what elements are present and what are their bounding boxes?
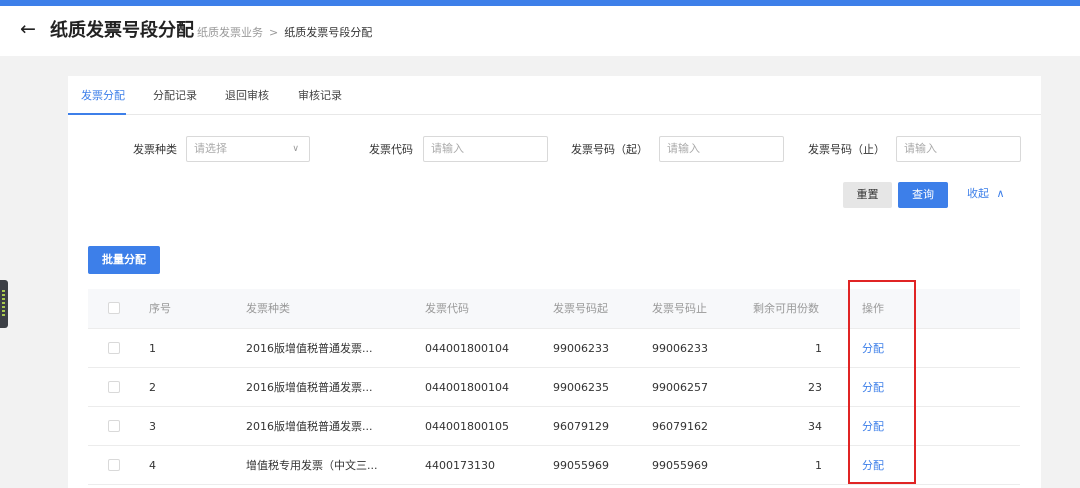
column-header-end: 发票号码止	[652, 302, 707, 315]
row-index: 1	[149, 342, 156, 355]
invoice-type-select[interactable]: 请选择 ∨	[186, 136, 310, 162]
table-row: 3 2016版增值税普通发票... 044001800105 96079129 …	[88, 407, 1020, 446]
invoice-number-start-label: 发票号码（起）	[571, 143, 648, 156]
row-number-end: 99006257	[652, 381, 708, 394]
row-invoice-code: 044001800104	[425, 342, 509, 355]
main-card: 发票分配 分配记录 退回审核 审核记录 发票种类 请选择 ∨ 发票代码 请输入 …	[68, 76, 1041, 488]
tab-return-review[interactable]: 退回审核	[225, 88, 269, 104]
invoice-number-end-input[interactable]: 请输入	[896, 136, 1021, 162]
row-checkbox[interactable]	[108, 420, 120, 432]
invoice-code-label: 发票代码	[369, 143, 413, 156]
row-number-start: 99055969	[553, 459, 609, 472]
invoice-type-label: 发票种类	[133, 143, 177, 156]
allocate-link[interactable]: 分配	[862, 341, 884, 357]
grip-icon	[2, 290, 5, 318]
row-index: 4	[149, 459, 156, 472]
invoice-number-start-placeholder: 请输入	[667, 142, 700, 155]
reset-button[interactable]: 重置	[843, 182, 892, 208]
column-header-index: 序号	[149, 302, 171, 315]
row-number-end: 99006233	[652, 342, 708, 355]
column-header-operation: 操作	[862, 302, 884, 315]
collapse-link[interactable]: 收起 ∧	[967, 186, 1005, 202]
breadcrumb-separator: >	[269, 26, 279, 39]
breadcrumb-item-paper-invoice[interactable]: 纸质发票业务	[197, 26, 263, 39]
row-checkbox[interactable]	[108, 342, 120, 354]
tab-allocation-records[interactable]: 分配记录	[153, 88, 197, 104]
side-drawer-handle[interactable]	[0, 280, 8, 328]
row-number-start: 96079129	[553, 420, 609, 433]
arrow-left-icon[interactable]: ←	[20, 19, 40, 39]
row-remaining: 23	[808, 381, 822, 394]
invoice-type-placeholder: 请选择	[194, 142, 227, 155]
page-title: 纸质发票号段分配	[50, 20, 194, 41]
invoice-code-input[interactable]: 请输入	[423, 136, 548, 162]
collapse-label: 收起	[967, 187, 989, 200]
row-invoice-type: 2016版增值税普通发票...	[246, 381, 373, 394]
invoice-code-placeholder: 请输入	[431, 142, 464, 155]
allocate-link[interactable]: 分配	[862, 458, 884, 474]
chevron-up-icon: ∧	[996, 187, 1005, 200]
table-row: 4 增值税专用发票（中文三... 4400173130 99055969 990…	[88, 446, 1020, 485]
chevron-down-icon: ∨	[292, 144, 299, 154]
invoice-number-start-input[interactable]: 请输入	[659, 136, 784, 162]
row-checkbox[interactable]	[108, 459, 120, 471]
tab-review-records[interactable]: 审核记录	[298, 88, 342, 104]
column-header-type: 发票种类	[246, 302, 290, 315]
tab-bar: 发票分配 分配记录 退回审核 审核记录	[68, 76, 1041, 115]
row-number-start: 99006233	[553, 342, 609, 355]
allocate-link[interactable]: 分配	[862, 419, 884, 435]
row-invoice-type: 2016版增值税普通发票...	[246, 420, 373, 433]
row-invoice-code: 044001800105	[425, 420, 509, 433]
row-number-end: 96079162	[652, 420, 708, 433]
table-row: 2 2016版增值税普通发票... 044001800104 99006235 …	[88, 368, 1020, 407]
row-remaining: 1	[815, 459, 822, 472]
column-header-start: 发票号码起	[553, 302, 608, 315]
invoice-number-end-placeholder: 请输入	[904, 142, 937, 155]
column-header-code: 发票代码	[425, 302, 469, 315]
table-row: 1 2016版增值税普通发票... 044001800104 99006233 …	[88, 329, 1020, 368]
row-index: 3	[149, 420, 156, 433]
column-header-remaining: 剩余可用份数	[753, 302, 819, 315]
query-button[interactable]: 查询	[898, 182, 948, 208]
row-number-end: 99055969	[652, 459, 708, 472]
row-invoice-type: 增值税专用发票（中文三...	[246, 459, 378, 472]
batch-allocate-button[interactable]: 批量分配	[88, 246, 160, 274]
invoice-number-end-label: 发票号码（止）	[808, 143, 885, 156]
row-checkbox[interactable]	[108, 381, 120, 393]
allocate-link[interactable]: 分配	[862, 380, 884, 396]
row-invoice-code: 044001800104	[425, 381, 509, 394]
row-invoice-type: 2016版增值税普通发票...	[246, 342, 373, 355]
select-all-checkbox[interactable]	[108, 302, 120, 314]
page-header: ← 纸质发票号段分配 纸质发票业务 > 纸质发票号段分配	[0, 6, 1080, 56]
breadcrumb: 纸质发票业务 > 纸质发票号段分配	[197, 25, 372, 41]
active-tab-indicator	[68, 113, 126, 115]
row-number-start: 99006235	[553, 381, 609, 394]
breadcrumb-item-current: 纸质发票号段分配	[284, 26, 373, 39]
row-invoice-code: 4400173130	[425, 459, 495, 472]
row-remaining: 34	[808, 420, 822, 433]
row-index: 2	[149, 381, 156, 394]
row-remaining: 1	[815, 342, 822, 355]
table-header: 序号 发票种类 发票代码 发票号码起 发票号码止 剩余可用份数 操作	[88, 289, 1020, 329]
tab-invoice-allocation[interactable]: 发票分配	[81, 88, 125, 104]
